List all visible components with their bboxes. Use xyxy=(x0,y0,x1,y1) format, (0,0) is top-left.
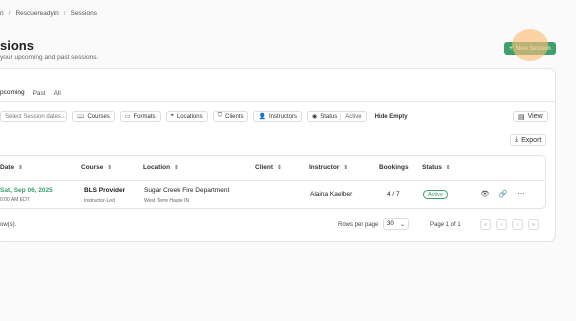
session-format: Instructor-Led xyxy=(84,198,115,204)
breadcrumb-separator: / xyxy=(8,10,11,17)
view-label: View xyxy=(527,113,543,120)
breadcrumb-item-current: Sessions xyxy=(70,10,97,17)
pagination: « ‹ › » xyxy=(480,219,539,230)
copy-link-button[interactable]: 🔗 xyxy=(498,189,508,199)
columns-icon: ▤ xyxy=(518,113,525,121)
chevron-right-icon: › xyxy=(516,221,519,228)
clients-filter-label: Clients xyxy=(225,113,244,120)
column-header-label: Course xyxy=(81,164,104,171)
column-header-instructor[interactable]: Instructor ⇕ xyxy=(309,164,348,171)
column-header-label: Date xyxy=(0,164,15,171)
link-icon: 🔗 xyxy=(498,191,508,198)
sort-icon: ⇕ xyxy=(277,164,282,171)
session-time: 0:00 AM EDT xyxy=(0,197,30,203)
courses-filter-label: Courses xyxy=(87,113,110,120)
user-icon: 👤 xyxy=(258,114,266,120)
tab-past[interactable]: Past xyxy=(33,90,46,102)
status-badge: Active xyxy=(423,190,448,199)
eye-icon: 👁 xyxy=(480,191,490,198)
breadcrumb-separator: / xyxy=(63,10,66,17)
locations-filter-button[interactable]: ⌖ Locations xyxy=(165,111,208,122)
sort-icon: ⇕ xyxy=(343,164,348,171)
hide-empty-button[interactable]: Hide Empty xyxy=(372,114,411,120)
courses-filter-button[interactable]: 📖 Courses xyxy=(72,111,115,122)
check-circle-icon: ◉ xyxy=(311,114,318,120)
column-header-label: Instructor xyxy=(309,164,340,171)
download-icon: ⤓ xyxy=(515,136,519,143)
sort-icon: ⇕ xyxy=(174,164,179,171)
handshake-icon: ⛉ xyxy=(217,113,223,119)
chevrons-right-icon: » xyxy=(531,221,536,228)
last-page-button[interactable]: » xyxy=(528,219,539,230)
view-session-button[interactable]: 👁 xyxy=(480,189,490,199)
date-range-placeholder: Select Session dates... xyxy=(5,113,67,120)
column-header-bookings: Bookings xyxy=(379,164,409,171)
session-location: Sugar Creek Fire Department xyxy=(144,187,230,194)
breadcrumb-item-home[interactable]: n xyxy=(0,10,4,17)
column-header-date[interactable]: Date ⇕ xyxy=(0,164,23,171)
chevron-left-icon: ‹ xyxy=(500,221,503,228)
sort-icon: ⇕ xyxy=(18,164,23,171)
more-actions-button[interactable]: ⋯ xyxy=(516,189,526,199)
sort-icon: ⇕ xyxy=(445,164,451,171)
first-page-button[interactable]: « xyxy=(480,219,491,230)
column-header-label: Client xyxy=(255,164,274,171)
column-header-status[interactable]: Status ⇕ xyxy=(422,164,450,171)
breadcrumb-item-org[interactable]: Rescuereadyin xyxy=(15,10,58,17)
page-subtitle: your upcoming and past sessions. xyxy=(0,54,99,61)
date-range-picker[interactable]: Select Session dates... xyxy=(0,111,67,122)
page-info: Page 1 of 1 xyxy=(430,222,461,228)
sort-icon: ⇕ xyxy=(107,164,113,171)
column-header-course[interactable]: Course ⇕ xyxy=(81,164,112,171)
instructors-filter-label: Instructors xyxy=(268,113,297,120)
next-page-button[interactable]: › xyxy=(512,219,523,230)
breadcrumb: n / Rescuereadyin / Sessions xyxy=(0,10,97,17)
filter-bar: Select Session dates... 📖 Courses ▭ Form… xyxy=(0,111,411,122)
more-horizontal-icon: ⋯ xyxy=(517,191,525,198)
tab-divider xyxy=(0,101,556,102)
session-location-city: West Terre Haute IN xyxy=(144,198,190,204)
formats-filter-label: Formats xyxy=(133,113,156,120)
column-header-label: Status xyxy=(422,164,442,171)
plus-icon: + xyxy=(509,45,513,52)
new-session-button[interactable]: + New Session xyxy=(504,42,556,55)
chevron-down-icon: ⌄ xyxy=(399,221,405,228)
map-pin-icon: ⌖ xyxy=(170,113,174,119)
column-header-label: Location xyxy=(143,164,171,171)
rows-per-page-label: Rows per page xyxy=(338,222,379,228)
column-header-location[interactable]: Location ⇕ xyxy=(143,164,179,171)
formats-filter-button[interactable]: ▭ Formats xyxy=(119,111,161,122)
session-course: BLS Provider xyxy=(84,187,126,194)
monitor-icon: ▭ xyxy=(124,114,131,120)
session-bookings: 4 / 7 xyxy=(387,191,400,198)
session-instructor: Alaina Kaelber xyxy=(310,191,353,198)
book-icon: 📖 xyxy=(77,114,85,120)
table-header-divider xyxy=(0,180,546,181)
rows-selected-text: ow(s). xyxy=(0,222,17,228)
status-filter-label: Status xyxy=(320,113,338,120)
session-date[interactable]: Sat, Sep 06, 2025 xyxy=(0,187,53,194)
column-header-label: Bookings xyxy=(379,164,409,171)
tab-all[interactable]: All xyxy=(54,90,61,102)
previous-page-button[interactable]: ‹ xyxy=(496,219,507,230)
new-session-label: New Session xyxy=(515,45,551,52)
locations-filter-label: Locations xyxy=(176,113,203,120)
column-header-client[interactable]: Client ⇕ xyxy=(255,164,282,171)
chevrons-left-icon: « xyxy=(483,221,488,228)
clients-filter-button[interactable]: ⛉ Clients xyxy=(212,111,249,122)
view-button[interactable]: ▤ View xyxy=(513,111,548,122)
export-button[interactable]: ⤓ Export xyxy=(510,134,547,146)
page-title: sions xyxy=(0,38,34,53)
export-label: Export xyxy=(521,136,542,144)
rows-per-page-select[interactable]: 30 ⌄ xyxy=(383,218,409,230)
rows-per-page-value: 30 xyxy=(387,221,394,227)
status-filter-value: Active xyxy=(340,113,362,120)
instructors-filter-button[interactable]: 👤 Instructors xyxy=(253,111,302,122)
status-filter-button[interactable]: ◉ Status Active xyxy=(306,111,367,122)
